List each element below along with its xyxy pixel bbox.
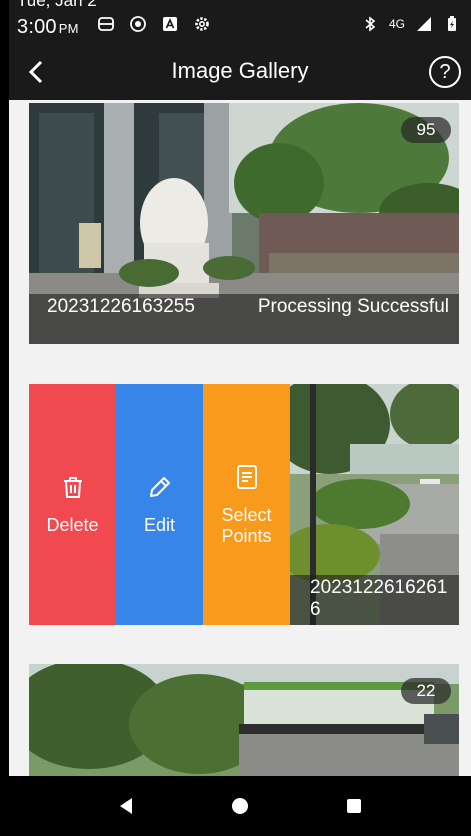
system-icons: 4G <box>361 15 461 33</box>
gallery-item[interactable]: 95 20231226163255 Processing Successful <box>29 103 459 344</box>
battery-icon <box>448 16 456 31</box>
nav-back-button[interactable] <box>106 786 146 826</box>
page-title: Image Gallery <box>171 58 309 83</box>
record-icon <box>130 16 146 32</box>
image-id: 20231226162616 <box>310 577 448 620</box>
image-id: 20231226163255 <box>47 296 195 317</box>
gallery-caption: 20231226162616 <box>290 575 459 625</box>
point-count-badge: 95 <box>401 117 451 143</box>
gallery-list[interactable]: 95 20231226163255 Processing Successful … <box>9 100 471 776</box>
edit-button[interactable]: Edit <box>116 384 203 625</box>
gallery-caption: 20231226163255 Processing Successful <box>29 294 459 344</box>
gallery-item-swiped[interactable]: Delete Edit Select Points 20231226162616 <box>29 384 459 625</box>
status-date: Tue, Jan 2 <box>17 0 97 10</box>
gallery-photo-shifted: 20231226162616 <box>290 384 459 625</box>
processing-status: Processing Successful <box>257 296 449 317</box>
navigation-bar <box>9 776 471 836</box>
recents-square-icon <box>347 799 361 813</box>
gallery-photo <box>29 664 459 776</box>
question-circle-icon: ? <box>439 61 451 83</box>
home-circle-icon <box>232 798 248 814</box>
notification-icons <box>97 15 211 33</box>
nav-recents-button[interactable] <box>334 786 374 826</box>
trash-icon <box>63 477 82 498</box>
status-bar: Tue, Jan 2 3:00 PM 4G <box>9 0 471 44</box>
network-type: 4G <box>388 17 405 31</box>
status-time: 3:00 PM <box>17 16 79 39</box>
nav-home-button[interactable] <box>220 786 260 826</box>
font-icon <box>163 17 177 31</box>
settings-icon <box>195 17 209 31</box>
status-ampm: PM <box>58 21 79 36</box>
signal-icon <box>417 17 431 31</box>
phone-screen: Tue, Jan 2 3:00 PM 4G Image Gallery ? 95… <box>0 0 471 836</box>
swipe-actions: Delete Edit Select Points <box>29 384 290 625</box>
triangle-back-icon <box>120 798 132 814</box>
bluetooth-icon <box>365 16 376 32</box>
status-clock: 3:00 <box>17 16 57 38</box>
help-button[interactable]: ? <box>429 56 461 88</box>
edit-label: Edit <box>143 515 176 535</box>
gallery-item[interactable]: 22 <box>29 664 459 776</box>
select-points-button[interactable]: Select Points <box>203 384 290 625</box>
delete-label: Delete <box>46 515 99 535</box>
document-list-icon <box>236 464 257 489</box>
delete-button[interactable]: Delete <box>29 384 116 625</box>
point-count-badge: 22 <box>401 678 451 704</box>
pencil-icon <box>149 477 170 497</box>
sim-icon <box>98 17 114 31</box>
select-points-label: Select Points <box>221 504 272 546</box>
app-header: Image Gallery ? <box>9 44 471 100</box>
